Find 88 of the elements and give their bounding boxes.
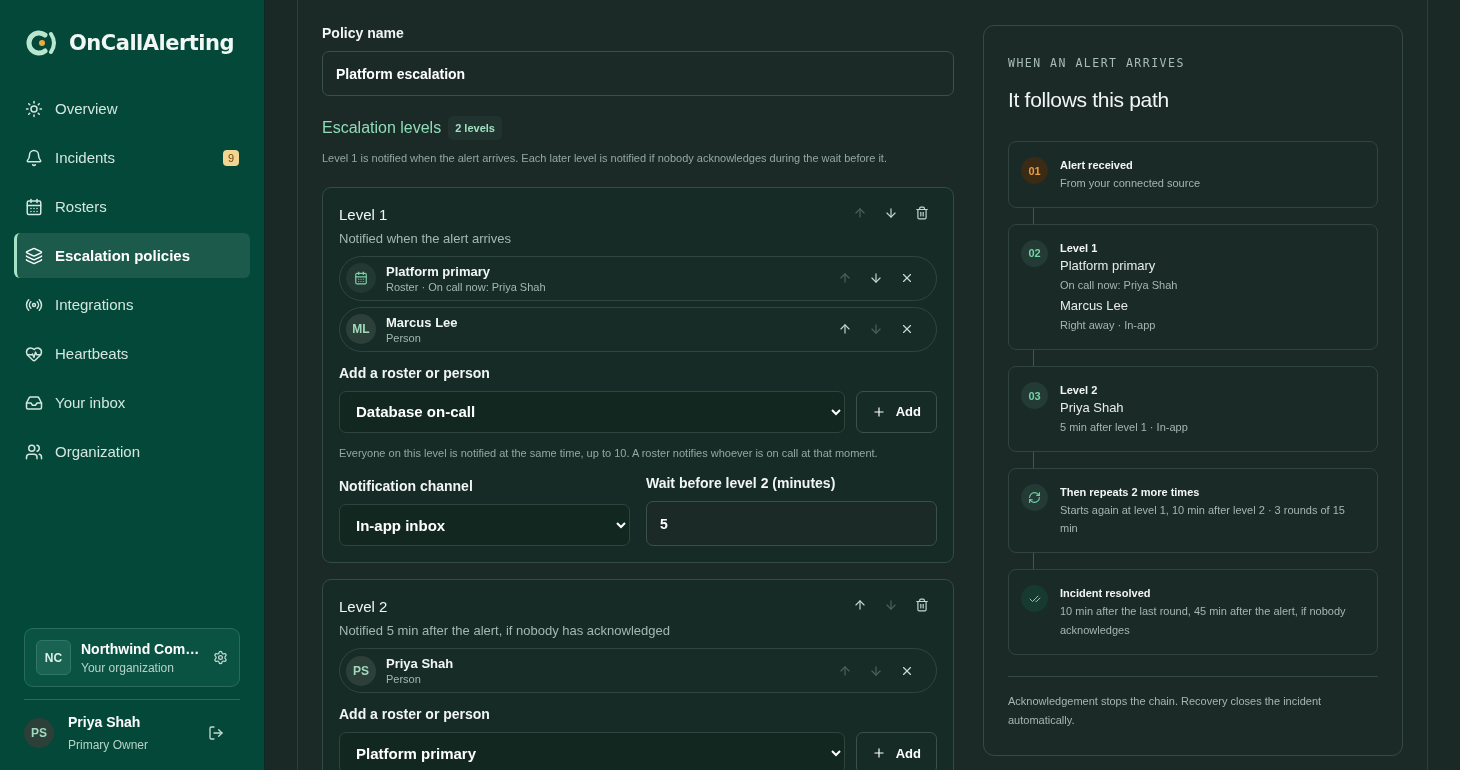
policy-name-field[interactable]: Platform escalation xyxy=(322,51,954,96)
member-name: Marcus Lee xyxy=(386,314,459,330)
field-label: Notification channel xyxy=(339,478,474,494)
nav-item[interactable]: Your inbox xyxy=(14,380,250,425)
level-count: 2 levels xyxy=(448,116,502,140)
step-number: 01 xyxy=(1021,157,1048,184)
delete-button[interactable] xyxy=(915,598,929,612)
nav-icon xyxy=(25,197,43,216)
remove-button[interactable] xyxy=(900,271,914,285)
step-note: Starts again at level 1, 10 min after level 2 · 3 rounds of 15 min xyxy=(1060,502,1346,537)
field-label: Policy name xyxy=(322,25,405,41)
member-name: Platform primary xyxy=(386,263,492,279)
repeat-icon xyxy=(1021,483,1048,511)
level-title: Level 2 xyxy=(339,598,389,615)
member-name: Priya Shah xyxy=(386,656,455,671)
nav-icon xyxy=(25,344,43,363)
nav-icon xyxy=(25,246,43,265)
move-up-button[interactable] xyxy=(838,322,852,336)
step-name: Marcus Lee xyxy=(1060,298,1129,314)
step-title: Incident resolved xyxy=(1060,587,1152,600)
level-subtitle: Notified when the alert arrives xyxy=(339,230,512,246)
member-detail: Person xyxy=(386,673,422,685)
avatar: ML xyxy=(346,314,376,344)
step-note: 10 min after the last round, 45 min after the alert, if nobody acknowledges xyxy=(1060,604,1347,638)
member-detail: Roster · On call now: Priya Shah xyxy=(386,280,547,293)
level-hint: Everyone on this level is notified at the same time, up to 10. A roster notifies whoever is on call at that moment. xyxy=(339,445,879,461)
path-footer: Acknowledgement stops the chain. Recovery closes the incident automatically. xyxy=(1008,691,1378,732)
remove-button[interactable] xyxy=(900,322,914,336)
step-number: 02 xyxy=(1021,239,1048,267)
user-name: Priya Shah xyxy=(68,714,142,730)
nav-icon xyxy=(25,393,43,412)
count-badge: 9 xyxy=(222,149,239,166)
user-role: Primary Owner xyxy=(68,738,149,752)
logout-button[interactable] xyxy=(208,725,224,741)
step-name: Priya Shah xyxy=(1060,400,1125,416)
plus-icon xyxy=(871,404,886,419)
add-button[interactable]: Add xyxy=(855,732,937,770)
settings-button[interactable] xyxy=(213,650,228,665)
section-title: Escalation levels xyxy=(322,119,442,137)
channel-select[interactable]: In-app inbox xyxy=(339,504,630,546)
brand-name: OnCallAlerting xyxy=(69,31,235,55)
field-label: Add a roster or person xyxy=(339,706,491,722)
nav-item[interactable]: Incidents 9 xyxy=(14,135,250,180)
logo-icon xyxy=(25,30,59,56)
calendar-icon xyxy=(346,263,376,293)
field-label: Add a roster or person xyxy=(339,364,491,381)
step-number: 03 xyxy=(1021,382,1048,410)
nav-icon xyxy=(25,99,43,118)
member-detail: Person xyxy=(386,331,422,344)
move-down-button[interactable] xyxy=(884,205,898,220)
nav-icon xyxy=(25,442,43,461)
path-title: It follows this path xyxy=(1008,88,1170,112)
delete-button[interactable] xyxy=(915,205,929,220)
step-name: Platform primary xyxy=(1060,257,1157,273)
nav-item[interactable]: Organization xyxy=(14,429,250,474)
eyebrow: WHEN AN ALERT ARRIVES xyxy=(1008,56,1186,70)
step-note: Right away · In-app xyxy=(1060,318,1157,334)
step-note: On call now: Priya Shah xyxy=(1060,277,1179,293)
level-title: Level 1 xyxy=(339,205,389,223)
nav-item[interactable]: Rosters xyxy=(14,184,250,229)
wait-field[interactable]: 5 xyxy=(646,501,937,546)
nav-item[interactable]: Integrations xyxy=(14,282,250,327)
step-title: Level 1 xyxy=(1060,241,1099,254)
nav-item[interactable]: Heartbeats xyxy=(14,331,250,376)
step-title: Alert received xyxy=(1060,159,1134,171)
nav-icon xyxy=(25,148,43,167)
section-hint: Level 1 is notified when the alert arrives. Each later level is notified if nobody acknowledges during the wait before it. xyxy=(322,151,888,166)
nav-item[interactable]: Escalation policies xyxy=(14,233,250,278)
step-title: Level 2 xyxy=(1060,384,1099,397)
org-avatar: NC xyxy=(36,640,71,675)
plus-icon xyxy=(871,746,886,760)
level-subtitle: Notified 5 min after the alert, if nobody has acknowledged xyxy=(339,623,671,638)
roster-select[interactable]: Platform primary xyxy=(339,732,845,770)
add-button[interactable]: Add xyxy=(855,390,937,433)
step-note: 5 min after level 1 · In-app xyxy=(1060,420,1189,436)
user-avatar: PS xyxy=(24,718,54,748)
organization-card[interactable]: NC Northwind Com… Your organization xyxy=(24,628,240,687)
check-icon xyxy=(1021,585,1048,613)
move-up-button[interactable] xyxy=(853,598,867,612)
field-label: Wait before level 2 (minutes) xyxy=(646,475,837,491)
move-down-button[interactable] xyxy=(869,271,883,285)
step-title: Then repeats 2 more times xyxy=(1060,485,1201,498)
nav-item[interactable]: Overview xyxy=(14,86,250,131)
avatar: PS xyxy=(346,655,376,686)
org-role: Your organization xyxy=(81,660,175,675)
org-name: Northwind Com… xyxy=(81,640,201,657)
roster-select[interactable]: Database on-call xyxy=(339,390,845,433)
step-note: From your connected source xyxy=(1060,176,1201,191)
